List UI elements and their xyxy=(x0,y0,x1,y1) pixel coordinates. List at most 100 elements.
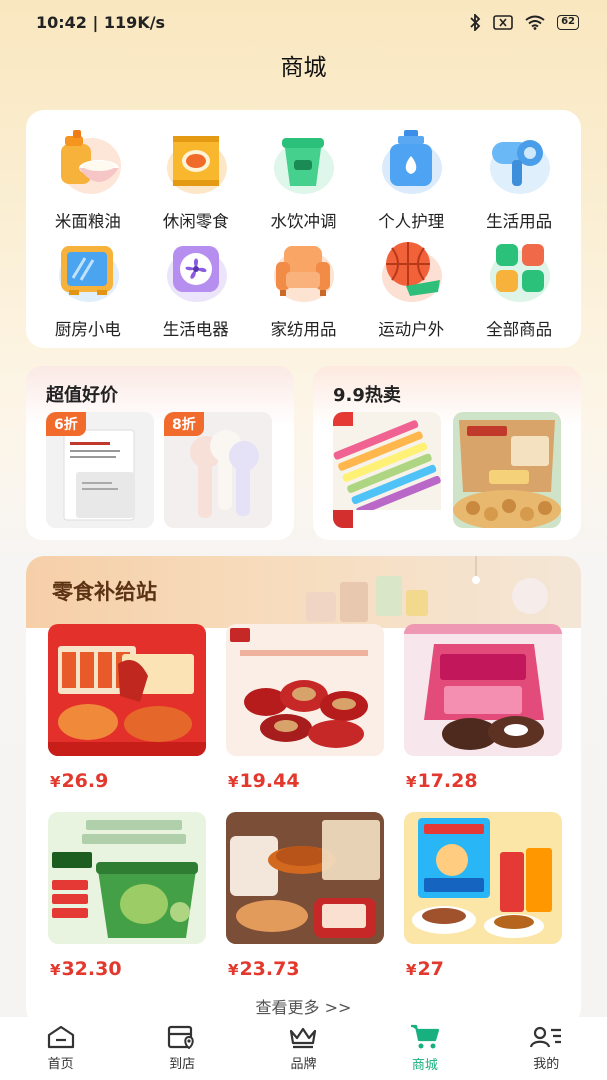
product-price: ¥26.9 xyxy=(48,770,206,792)
basketball-icon xyxy=(374,232,448,306)
product-price: ¥27 xyxy=(404,958,562,980)
promo-product-mask[interactable]: 6折 xyxy=(46,412,154,528)
product-card[interactable]: ¥27 xyxy=(404,812,562,980)
battery-icon: 62 xyxy=(557,14,579,30)
product-card[interactable]: ¥19.44 xyxy=(226,624,384,792)
currency-symbol: ¥ xyxy=(228,961,239,979)
microwave-icon xyxy=(51,232,125,306)
snack-section-title: 零食补给站 xyxy=(52,580,157,604)
category-item-home-textile[interactable]: 家纺用品 xyxy=(250,232,358,340)
sofa-icon xyxy=(266,232,340,306)
currency-symbol: ¥ xyxy=(50,961,61,979)
nav-item-profile[interactable]: 我的 xyxy=(506,1025,586,1072)
discount-tag: 6折 xyxy=(46,412,86,436)
promo-title: 9.9热卖 xyxy=(333,385,401,406)
status-time-speed: 10:42 | 119K/s xyxy=(36,12,166,32)
snack-section: 零食补给站 ¥26.9 ¥19.44 ¥17.28 ¥32.30 ¥23.73 … xyxy=(26,556,581,1026)
category-label: 生活用品 xyxy=(486,212,553,231)
category-label: 米面粮油 xyxy=(54,212,121,231)
see-more-link[interactable]: 查看更多 >> xyxy=(0,994,607,1018)
category-item-personal-care[interactable]: 个人护理 xyxy=(357,124,465,232)
lotion-bottle-icon xyxy=(374,124,448,198)
product-price: ¥19.44 xyxy=(226,770,384,792)
category-label: 生活电器 xyxy=(162,320,229,339)
store-location-icon xyxy=(167,1025,197,1049)
price-value: 23.73 xyxy=(239,958,300,980)
bluetooth-icon xyxy=(469,13,481,31)
product-card[interactable]: ¥17.28 xyxy=(404,624,562,792)
category-item-sports[interactable]: 运动户外 xyxy=(357,232,465,340)
product-image xyxy=(404,812,562,944)
price-value: 26.9 xyxy=(61,770,109,792)
currency-symbol: ¥ xyxy=(406,961,417,979)
price-value: 27 xyxy=(417,958,444,980)
product-card[interactable]: ¥26.9 xyxy=(48,624,206,792)
price-value: 17.28 xyxy=(417,770,478,792)
wifi-icon xyxy=(525,15,545,30)
bottom-nav: 首页 到店 品牌 商城 我的 xyxy=(0,1017,607,1080)
status-icons: 62 xyxy=(469,13,579,31)
nav-label: 品牌 xyxy=(290,1057,317,1072)
nav-item-brand[interactable]: 品牌 xyxy=(263,1025,343,1072)
promo-product-nuts[interactable] xyxy=(453,412,561,528)
category-label: 个人护理 xyxy=(378,212,445,231)
price-value: 19.44 xyxy=(239,770,300,792)
category-label: 家纺用品 xyxy=(270,320,337,339)
profile-icon xyxy=(530,1025,562,1049)
category-label: 休闲零食 xyxy=(162,212,229,231)
promo-product-hair-dryer[interactable]: 8折 xyxy=(164,412,272,528)
currency-symbol: ¥ xyxy=(228,773,239,791)
hair-dryer-icon xyxy=(482,124,556,198)
category-label: 运动户外 xyxy=(378,320,445,339)
category-item-all[interactable]: 全部商品 xyxy=(465,232,573,340)
product-image xyxy=(226,624,384,756)
category-item-kitchen[interactable]: 厨房小电 xyxy=(34,232,142,340)
home-icon xyxy=(47,1025,75,1049)
crown-icon xyxy=(288,1025,318,1049)
category-label: 水饮冲调 xyxy=(270,212,337,231)
category-item-snacks[interactable]: 休闲零食 xyxy=(142,124,250,232)
category-item-rice-oil[interactable]: 米面粮油 xyxy=(34,124,142,232)
sim-off-icon xyxy=(493,14,513,30)
product-price: ¥32.30 xyxy=(48,958,206,980)
promo-hot-sale[interactable]: 9.9热卖 xyxy=(313,366,581,540)
product-price: ¥23.73 xyxy=(226,958,384,980)
category-label: 全部商品 xyxy=(486,320,553,339)
product-card[interactable]: ¥23.73 xyxy=(226,812,384,980)
product-image xyxy=(404,624,562,756)
category-item-drinks[interactable]: 水饮冲调 xyxy=(250,124,358,232)
drink-cup-icon xyxy=(266,124,340,198)
rice-oil-icon xyxy=(51,124,125,198)
price-value: 32.30 xyxy=(61,958,122,980)
nav-label: 我的 xyxy=(533,1057,560,1072)
nav-item-store[interactable]: 到店 xyxy=(142,1025,222,1072)
product-card[interactable]: ¥32.30 xyxy=(48,812,206,980)
product-image xyxy=(48,812,206,944)
snack-banner-decoration xyxy=(306,556,548,622)
nav-item-mall[interactable]: 商城 xyxy=(385,1024,465,1073)
snack-bag-icon xyxy=(159,124,233,198)
snack-section-header: 零食补给站 xyxy=(26,556,581,628)
fan-icon xyxy=(159,232,233,306)
category-label: 厨房小电 xyxy=(54,320,121,339)
page-title: 商城 xyxy=(280,55,327,81)
discount-tag: 8折 xyxy=(164,412,204,436)
category-item-daily-goods[interactable]: 生活用品 xyxy=(465,124,573,232)
promo-product-highlighters[interactable] xyxy=(333,412,441,528)
status-bar: 10:42 | 119K/s 62 xyxy=(0,0,607,44)
product-image xyxy=(226,812,384,944)
promo-value-deals[interactable]: 超值好价 6折 8折 xyxy=(26,366,294,540)
product-image xyxy=(48,624,206,756)
category-item-appliances[interactable]: 生活电器 xyxy=(142,232,250,340)
nav-item-home[interactable]: 首页 xyxy=(21,1025,101,1072)
nav-label: 首页 xyxy=(47,1057,74,1072)
category-grid: 米面粮油 休闲零食 水饮冲调 个人护理 生活用品 厨房小电 生活电器 家纺用品 … xyxy=(26,110,581,348)
nav-label: 商城 xyxy=(411,1058,438,1073)
currency-symbol: ¥ xyxy=(406,773,417,791)
currency-symbol: ¥ xyxy=(50,773,61,791)
product-price: ¥17.28 xyxy=(404,770,562,792)
all-grid-icon xyxy=(482,232,556,306)
cart-icon xyxy=(410,1024,440,1050)
nav-label: 到店 xyxy=(169,1057,196,1072)
promo-title: 超值好价 xyxy=(46,385,118,406)
